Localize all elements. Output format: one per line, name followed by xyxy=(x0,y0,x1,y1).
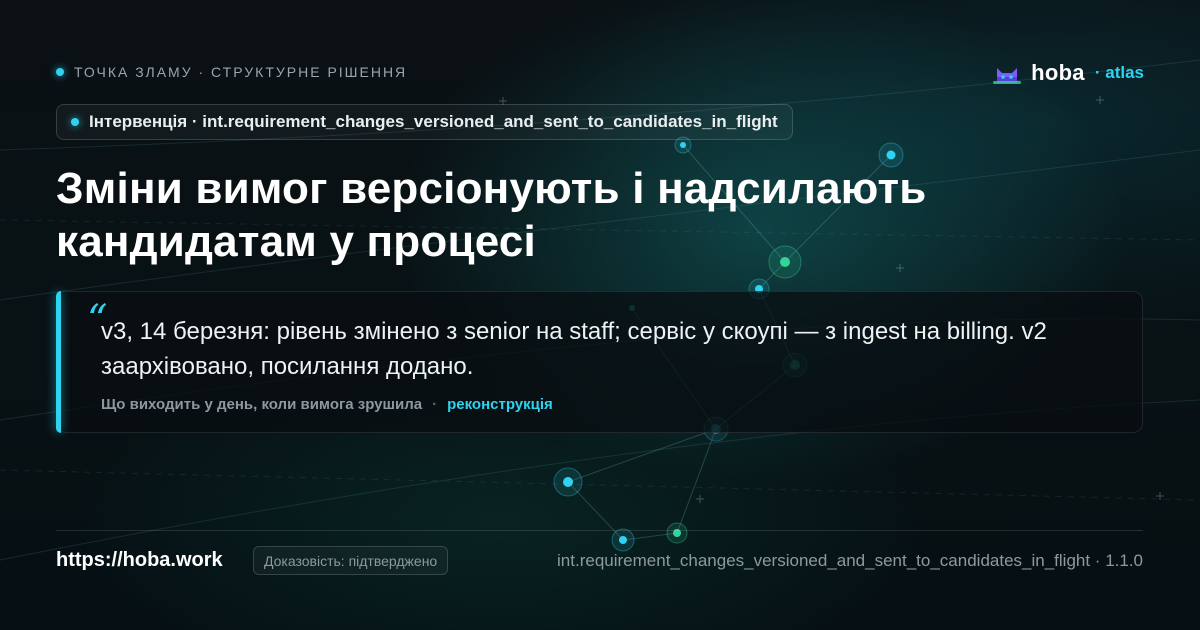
page-title: Зміни вимог версіонують і надсилають кан… xyxy=(56,164,927,266)
og-card: ТОЧКА ЗЛАМУ · СТРУКТУРНЕ РІШЕННЯ hoba · … xyxy=(0,0,1200,630)
quote-meta: Що виходить у день, коли вимога зрушила … xyxy=(101,396,553,413)
quote-card: “ v3, 14 березня: рівень змінено з senio… xyxy=(56,291,1143,433)
evidence-badge: Доказовість: підтверджено xyxy=(253,546,449,575)
brand-sub: · atlas xyxy=(1094,63,1144,82)
intervention-pill: Інтервенція · int.requirement_changes_ve… xyxy=(56,104,793,140)
eyebrow: ТОЧКА ЗЛАМУ · СТРУКТУРНЕ РІШЕННЯ xyxy=(56,64,407,80)
footer-divider xyxy=(56,530,1143,531)
pill-dot-icon xyxy=(71,118,79,126)
eyebrow-dot-icon xyxy=(56,68,64,76)
quote-tag: реконструкція xyxy=(447,396,553,413)
cat-icon xyxy=(993,68,1022,84)
quote-source: Що виходить у день, коли вимога зрушила xyxy=(101,396,423,413)
quote-accent-bar xyxy=(56,291,61,433)
brand-name: hoba xyxy=(1031,60,1085,85)
brand[interactable]: hoba · atlas xyxy=(993,60,1144,86)
eyebrow-text: ТОЧКА ЗЛАМУ · СТРУКТУРНЕ РІШЕННЯ xyxy=(74,64,408,80)
footer-identifier: int.requirement_changes_versioned_and_se… xyxy=(557,551,1143,570)
quote-separator: · xyxy=(432,396,438,413)
footer-url-link[interactable]: https://hoba.work xyxy=(56,549,223,572)
quote-text: v3, 14 березня: рівень змінено з senior … xyxy=(101,318,1047,380)
pill-label: Інтервенція · int.requirement_changes_ve… xyxy=(89,112,778,131)
